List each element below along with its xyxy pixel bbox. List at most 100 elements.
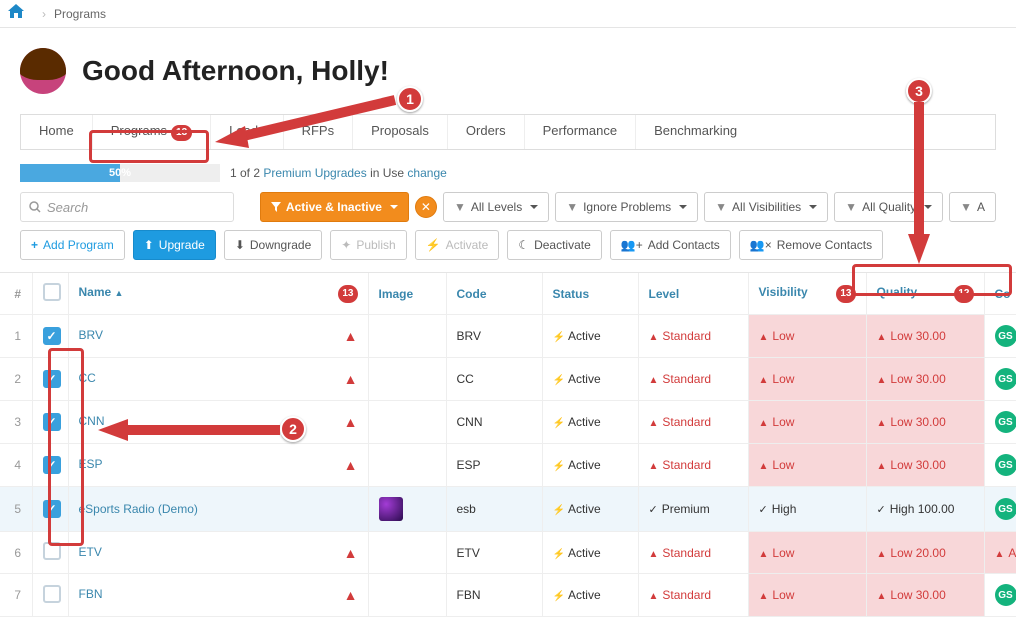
breadcrumb: › Programs — [0, 0, 1016, 28]
cell-level: Standard — [638, 444, 748, 487]
table-row[interactable]: 4ESP▲ESPActiveStandardLowLow 30.00GS — [0, 444, 1016, 487]
tab-rfps[interactable]: RFPs — [284, 115, 354, 149]
deactivate-button[interactable]: ☾Deactivate — [507, 230, 601, 260]
row-number: 4 — [0, 444, 32, 487]
more-filter[interactable]: ▼A — [949, 192, 996, 222]
row-number: 6 — [0, 532, 32, 574]
col-code[interactable]: Code — [446, 273, 542, 315]
col-level[interactable]: Level — [638, 273, 748, 315]
program-link[interactable]: BRV — [79, 328, 103, 342]
tab-benchmarking[interactable]: Benchmarking — [636, 115, 755, 149]
row-number: 7 — [0, 574, 32, 617]
downgrade-button[interactable]: ⬇Downgrade — [224, 230, 322, 260]
col-image[interactable]: Image — [368, 273, 446, 315]
problems-filter[interactable]: ▼Ignore Problems — [555, 192, 698, 222]
tab-programs[interactable]: Programs13 — [93, 115, 211, 149]
activate-button[interactable]: ⚡Activate — [415, 230, 500, 260]
program-link[interactable]: ETV — [79, 545, 102, 559]
cell-quality: Low 30.00 — [866, 444, 984, 487]
table-row[interactable]: 2CC▲CCActiveStandardLowLow 30.00GS — [0, 358, 1016, 401]
cell-level: Standard — [638, 532, 748, 574]
row-checkbox[interactable] — [43, 456, 61, 474]
upgrade-button[interactable]: ⬆Upgrade — [133, 230, 216, 260]
program-link[interactable]: ESP — [79, 457, 103, 471]
levels-filter[interactable]: ▼All Levels — [443, 192, 549, 222]
cell-co: GS — [984, 574, 1016, 617]
row-checkbox[interactable] — [43, 370, 61, 388]
filter-row: Search Active & Inactive ✕ ▼All Levels ▼… — [0, 192, 1016, 230]
row-number: 5 — [0, 487, 32, 532]
add-contacts-button[interactable]: 👥+Add Contacts — [610, 230, 731, 260]
col-visibility[interactable]: Visibility13 — [748, 273, 866, 315]
clear-filter-button[interactable]: ✕ — [415, 196, 437, 218]
col-number[interactable]: # — [0, 273, 32, 315]
row-checkbox[interactable] — [43, 585, 61, 603]
cell-level: Standard — [638, 574, 748, 617]
cell-visibility: Low — [748, 401, 866, 444]
col-status[interactable]: Status — [542, 273, 638, 315]
tab-orders[interactable]: Orders — [448, 115, 525, 149]
tab-proposals[interactable]: Proposals — [353, 115, 448, 149]
tab-performance[interactable]: Performance — [525, 115, 636, 149]
user-minus-icon: 👥× — [750, 238, 772, 252]
tab-leads[interactable]: Leads — [211, 115, 283, 149]
greeting-row: Good Afternoon, Holly! — [0, 28, 1016, 102]
cell-level: Premium — [638, 487, 748, 532]
warning-icon: ▲ — [344, 457, 358, 473]
visibility-badge: 13 — [836, 285, 855, 303]
table-row[interactable]: 5eSports Radio (Demo)esbActivePremiumHig… — [0, 487, 1016, 532]
program-link[interactable]: CC — [79, 371, 96, 385]
quality-filter[interactable]: ▼All Quality — [834, 192, 943, 222]
warning-icon: ▲ — [344, 414, 358, 430]
active-filter-button[interactable]: Active & Inactive — [260, 192, 409, 222]
remove-contacts-button[interactable]: 👥×Remove Contacts — [739, 230, 883, 260]
table-row[interactable]: 3CNN▲CNNActiveStandardLowLow 30.00GS — [0, 401, 1016, 444]
search-input[interactable]: Search — [20, 192, 234, 222]
warning-icon: ▲ — [344, 587, 358, 603]
home-icon[interactable] — [8, 4, 24, 23]
col-quality[interactable]: Quality12 — [866, 273, 984, 315]
row-number: 1 — [0, 315, 32, 358]
avatar — [20, 48, 66, 94]
cell-image — [368, 401, 446, 444]
program-link[interactable]: FBN — [79, 587, 103, 601]
cell-image — [368, 532, 446, 574]
table-row[interactable]: 1BRV▲BRVActiveStandardLowLow 30.00GS — [0, 315, 1016, 358]
visibilities-filter[interactable]: ▼All Visibilities — [704, 192, 828, 222]
change-link[interactable]: change — [407, 166, 446, 180]
co-badge: GS — [995, 411, 1016, 433]
col-select-all[interactable] — [32, 273, 68, 315]
row-checkbox[interactable] — [43, 500, 61, 518]
cell-code: CNN — [446, 401, 542, 444]
cell-code: BRV — [446, 315, 542, 358]
cell-co: GS — [984, 315, 1016, 358]
name-badge: 13 — [338, 285, 357, 303]
program-link[interactable]: eSports Radio (Demo) — [79, 502, 198, 516]
cell-quality: Low 30.00 — [866, 401, 984, 444]
row-number: 3 — [0, 401, 32, 444]
table-row[interactable]: 7FBN▲FBNActiveStandardLowLow 30.00GS — [0, 574, 1016, 617]
tab-home[interactable]: Home — [21, 115, 93, 149]
row-checkbox[interactable] — [43, 542, 61, 560]
add-program-button[interactable]: +Add Program — [20, 230, 125, 260]
checkbox-all[interactable] — [43, 283, 61, 301]
cell-co: A — [984, 532, 1016, 574]
cell-status: Active — [542, 574, 638, 617]
row-checkbox[interactable] — [43, 327, 61, 345]
row-checkbox[interactable] — [43, 413, 61, 431]
table-row[interactable]: 6ETV▲ETVActiveStandardLowLow 20.00A — [0, 532, 1016, 574]
program-link[interactable]: CNN — [79, 414, 105, 428]
publish-button[interactable]: ✦Publish — [330, 230, 406, 260]
cell-quality: Low 30.00 — [866, 315, 984, 358]
co-badge: GS — [995, 325, 1016, 347]
col-name[interactable]: Name ▲13 — [68, 273, 368, 315]
upgrade-usage-row: 50% 1 of 2 Premium Upgrades in Use chang… — [0, 164, 1016, 192]
cell-visibility: Low — [748, 444, 866, 487]
col-co[interactable]: Co — [984, 273, 1016, 315]
filter-icon — [271, 202, 281, 212]
search-icon — [29, 201, 41, 213]
cell-code: FBN — [446, 574, 542, 617]
premium-upgrades-link[interactable]: Premium Upgrades — [263, 166, 366, 180]
co-badge: GS — [995, 454, 1016, 476]
cell-co: GS — [984, 487, 1016, 532]
